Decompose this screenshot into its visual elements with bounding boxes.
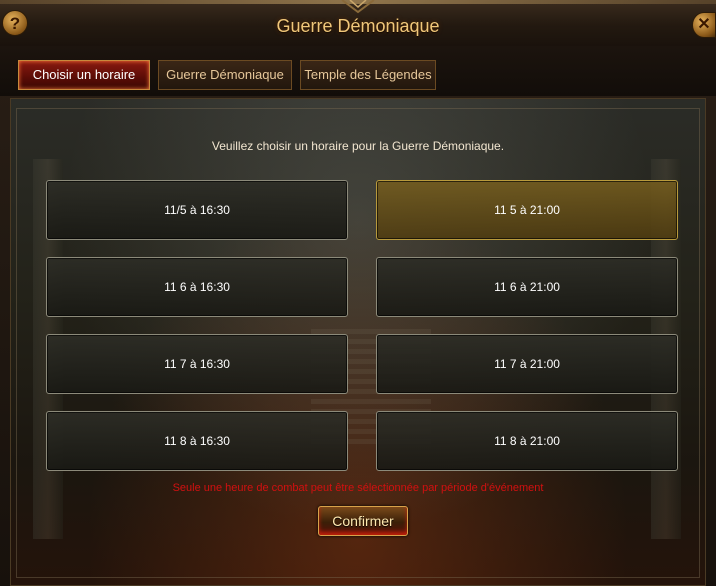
confirm-button[interactable]: Confirmer [318, 506, 408, 536]
warning-text: Seule une heure de combat peut être séle… [172, 482, 544, 494]
tab-choose-schedule[interactable]: Choisir un horaire [18, 60, 150, 90]
time-slot[interactable]: 11 7 à 21:00 [376, 334, 678, 394]
time-slot[interactable]: 11 7 à 16:30 [46, 334, 348, 394]
instruction-text: Veuillez choisir un horaire pour la Guer… [211, 139, 505, 153]
time-slot[interactable]: 11 6 à 21:00 [376, 257, 678, 317]
time-slot[interactable]: 11/5 à 16:30 [46, 180, 348, 240]
tab-demonic-war[interactable]: Guerre Démoniaque [158, 60, 292, 90]
title-bar: ? Guerre Démoniaque ✕ [0, 0, 716, 47]
crest-icon [341, 0, 375, 14]
time-slot[interactable]: 11 8 à 16:30 [46, 411, 348, 471]
event-window: ? Guerre Démoniaque ✕ Choisir un horaire… [0, 0, 716, 586]
time-slot[interactable]: 11 8 à 21:00 [376, 411, 678, 471]
close-icon[interactable]: ✕ [692, 12, 716, 38]
tab-bar: Choisir un horaire Guerre Démoniaque Tem… [0, 46, 716, 96]
window-title: Guerre Démoniaque [276, 16, 440, 36]
time-slot-selected[interactable]: 11 5 à 21:00 [376, 180, 678, 240]
tab-temple-of-legends[interactable]: Temple des Légendes [300, 60, 436, 90]
time-slot[interactable]: 11 6 à 16:30 [46, 257, 348, 317]
